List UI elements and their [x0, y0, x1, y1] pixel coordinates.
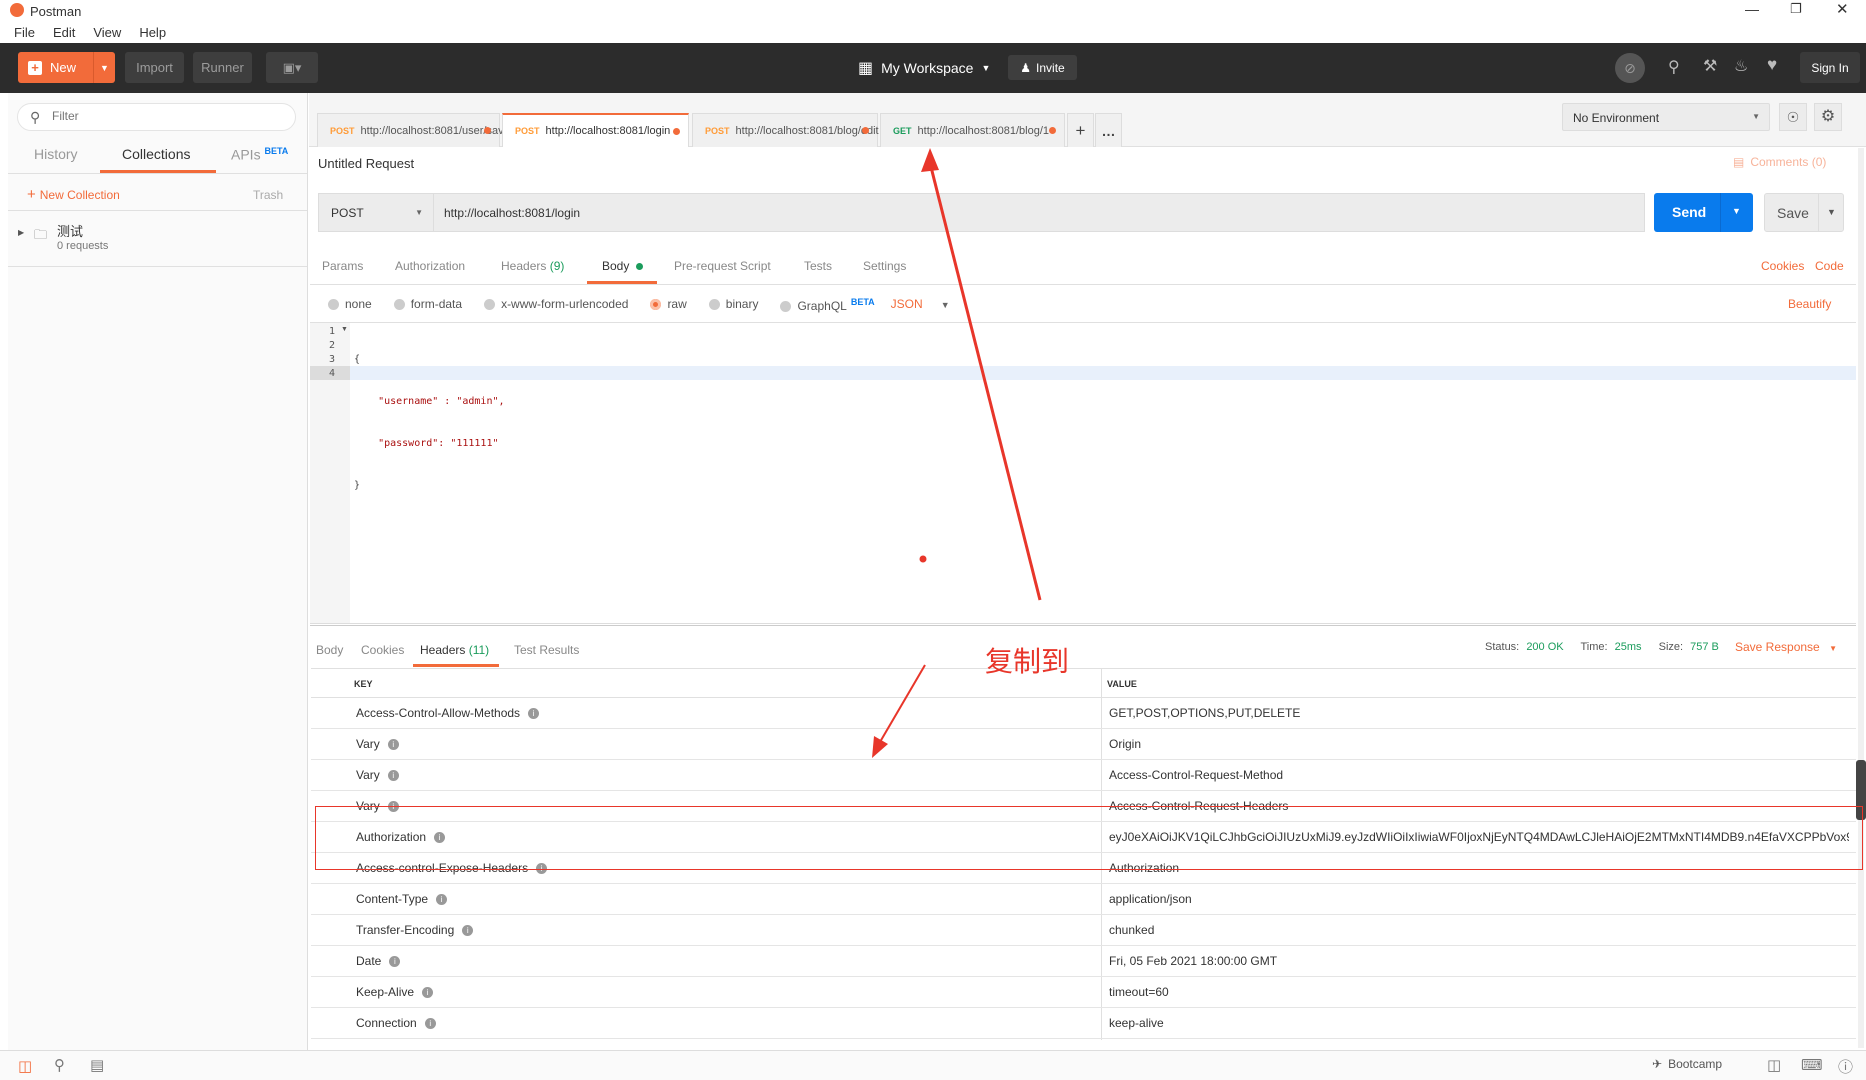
sidebar-toggle-icon[interactable]: ◫: [18, 1057, 32, 1075]
annotation-arrows: [872, 148, 1042, 758]
arrow-up-head-icon: [921, 148, 939, 172]
console-icon[interactable]: ▤: [90, 1056, 104, 1074]
bootcamp-link[interactable]: ✈ Bootcamp: [1652, 1057, 1722, 1071]
bootcamp-label: Bootcamp: [1668, 1057, 1723, 1071]
arrow-down-head-icon: [872, 736, 888, 758]
arrow-up-line: [928, 162, 1042, 601]
bootcamp-icon: ✈: [1652, 1057, 1663, 1071]
status-bar: ◫ ⚲ ▤ ✈ Bootcamp ◫ ⌨ ⓘ: [0, 1050, 1866, 1080]
arrow-down-line: [879, 664, 926, 743]
keyboard-icon[interactable]: ⌨: [1801, 1056, 1823, 1074]
help-icon[interactable]: ⓘ: [1838, 1056, 1853, 1077]
two-pane-icon[interactable]: ◫: [1767, 1056, 1781, 1074]
find-icon[interactable]: ⚲: [54, 1056, 65, 1074]
red-dot-icon: [919, 555, 927, 563]
